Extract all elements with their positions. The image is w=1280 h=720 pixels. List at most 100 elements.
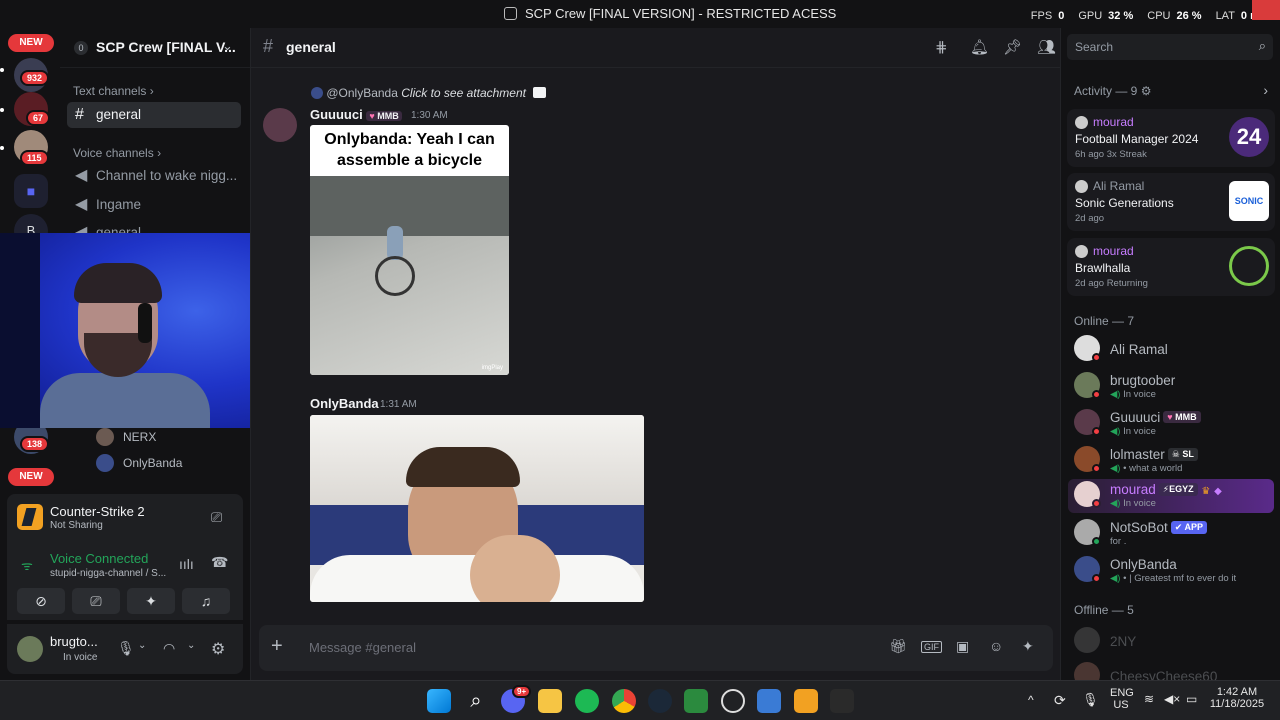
search-icon[interactable]: ⌕ bbox=[464, 689, 488, 713]
chevron-right-icon[interactable]: › bbox=[1263, 82, 1268, 98]
message-composer[interactable]: + Message #general 🎁︎ GIF ▣ ☺ ✦ bbox=[259, 625, 1053, 671]
member-notsobot[interactable]: NotSoBot ✔ APP for . bbox=[1074, 517, 1274, 551]
server-header[interactable]: 0 SCP Crew [FINAL V... ⌄ bbox=[60, 28, 250, 68]
member-lolmaster[interactable]: lolmaster ☠ SL ◀) • what a world bbox=[1074, 444, 1274, 478]
bell-icon[interactable]: 🔔︎ bbox=[970, 38, 989, 56]
gear-icon[interactable]: ⚙ bbox=[211, 639, 225, 659]
headphones-icon[interactable]: ◠ bbox=[163, 640, 175, 657]
role-tag: ⚡EGYZ bbox=[1158, 483, 1198, 496]
microphone-icon[interactable]: 🎙︎ bbox=[1082, 692, 1099, 708]
folder-icon[interactable]: ■ bbox=[14, 174, 48, 208]
sticker-icon[interactable]: ▣ bbox=[956, 638, 969, 655]
battery-icon[interactable]: ▭ bbox=[1186, 692, 1197, 706]
taskbar: ⌕ 9+ ^ ⟳ 🎙︎ ENG US ≋ ◀× ▭ 1:42 AM 11/18/20… bbox=[0, 680, 1280, 720]
noise-suppression-icon[interactable]: ıılı bbox=[179, 556, 194, 572]
search-input[interactable]: Search ⌕ bbox=[1067, 34, 1273, 60]
member-panel: Search ⌕ Activity — 9 ⚙ › mourad Footbal… bbox=[1060, 28, 1280, 688]
member-brugtoober[interactable]: brugtoober ◀) In voice bbox=[1074, 370, 1274, 404]
activity-card[interactable]: mourad Brawlhalla 2d ago Returning bbox=[1067, 238, 1275, 296]
activity-voice-panel: Counter-Strike 2 Not Sharing ⎚ ᯤ Voice C… bbox=[7, 494, 243, 620]
voice-channel-wake[interactable]: ◀ Channel to wake nigg... bbox=[67, 163, 241, 189]
camera-off-button[interactable]: ⊘ bbox=[17, 588, 65, 614]
message-input[interactable]: Message #general bbox=[309, 640, 416, 655]
online-status-icon bbox=[1092, 537, 1101, 546]
meme-caption: Onlybanda: Yeah I can assemble a bicycle bbox=[324, 131, 495, 169]
channel-general[interactable]: # general bbox=[67, 102, 241, 128]
new-badge: NEW bbox=[8, 34, 54, 52]
share-screen-button[interactable]: ⎚ bbox=[72, 588, 120, 614]
chevron-down-icon[interactable]: ⌄ bbox=[187, 640, 195, 651]
server-name: SCP Crew [FINAL V... bbox=[96, 39, 236, 55]
dnd-status-icon bbox=[1092, 427, 1101, 436]
title-bar: SCP Crew [FINAL VERSION] - RESTRICTED AC… bbox=[0, 0, 1280, 28]
windows-start-icon[interactable] bbox=[427, 689, 451, 713]
hash-icon: # bbox=[75, 106, 84, 123]
pin-icon[interactable]: 📌︎ bbox=[1003, 38, 1022, 56]
volume-icon[interactable]: ◀× bbox=[1164, 692, 1180, 706]
soundboard-button[interactable]: ♫ bbox=[182, 588, 230, 614]
app-icon[interactable] bbox=[830, 689, 854, 713]
member-2ny[interactable]: 2NY bbox=[1074, 625, 1274, 659]
user-name: brugto... bbox=[50, 634, 98, 649]
wifi-icon[interactable]: ≋ bbox=[1144, 692, 1154, 706]
voice-channel-ingame[interactable]: ◀ Ingame bbox=[67, 192, 241, 218]
unread-badge: 932 bbox=[20, 70, 50, 86]
app-icon[interactable] bbox=[721, 689, 745, 713]
gif-icon[interactable]: GIF bbox=[921, 641, 942, 653]
avatar[interactable] bbox=[263, 108, 297, 142]
chrome-icon[interactable] bbox=[612, 689, 636, 713]
sync-icon[interactable]: ⟳ bbox=[1054, 692, 1066, 709]
spotify-icon[interactable] bbox=[575, 689, 599, 713]
voice-channel-path[interactable]: stupid-nigga-channel / S... bbox=[50, 568, 166, 579]
user-status: In voice bbox=[63, 652, 98, 663]
counter-strike-icon[interactable] bbox=[794, 689, 818, 713]
gift-icon[interactable]: 🎁︎ bbox=[889, 638, 907, 655]
webcam-overlay bbox=[0, 233, 280, 428]
disconnect-icon[interactable]: ☎ bbox=[211, 554, 228, 571]
chevron-up-icon[interactable]: ^ bbox=[1028, 693, 1034, 707]
message-author[interactable]: Guuuuci ♥ MMB bbox=[310, 107, 402, 122]
steam-icon[interactable] bbox=[648, 689, 672, 713]
window-close-button[interactable] bbox=[1252, 0, 1280, 20]
activity-card[interactable]: mourad Football Manager 2024 6h ago 3x S… bbox=[1067, 109, 1275, 167]
performance-overlay: FPS0 GPU32 % CPU26 % LAT0 ms bbox=[1031, 10, 1266, 22]
language-indicator[interactable]: ENG US bbox=[1110, 687, 1134, 711]
app-icon[interactable] bbox=[684, 689, 708, 713]
clock[interactable]: 1:42 AM 11/18/2025 bbox=[1208, 686, 1266, 710]
avatar[interactable] bbox=[17, 636, 43, 662]
plus-icon[interactable]: + bbox=[271, 635, 283, 658]
member-ali-ramal[interactable]: Ali Ramal bbox=[1074, 333, 1274, 367]
hash-icon: # bbox=[263, 36, 274, 56]
gpu-stat: GPU 32 % bbox=[1078, 10, 1134, 22]
user-panel: brugto... In voice 🎙︎ ⌄ ◠ ⌄ ⚙ bbox=[7, 624, 243, 674]
activities-button[interactable]: ✦ bbox=[127, 588, 175, 614]
image-attachment[interactable]: Onlybanda: Yeah I can assemble a bicycle… bbox=[310, 125, 509, 375]
microphone-icon[interactable]: 🎙︎ bbox=[117, 640, 135, 657]
image-attachment[interactable] bbox=[310, 415, 644, 602]
activity-card[interactable]: Ali Ramal Sonic Generations 2d ago SONIC bbox=[1067, 173, 1275, 231]
chevron-down-icon[interactable]: ⌄ bbox=[222, 38, 233, 54]
threads-icon[interactable]: ⋕ bbox=[935, 38, 948, 56]
member-mourad[interactable]: mourad ⚡EGYZ ♛ ◆ ◀) In voice bbox=[1068, 479, 1274, 513]
cpu-stat: CPU 26 % bbox=[1147, 10, 1202, 22]
app-icon bbox=[504, 7, 517, 20]
apps-icon[interactable]: ✦ bbox=[1022, 638, 1034, 655]
app-icon[interactable] bbox=[757, 689, 781, 713]
dnd-status-icon bbox=[1092, 464, 1101, 473]
chevron-down-icon[interactable]: ⌄ bbox=[138, 640, 146, 651]
notification-badge: 9+ bbox=[512, 685, 532, 698]
avatar bbox=[96, 454, 114, 472]
screen-share-icon[interactable]: ⎚ bbox=[211, 509, 222, 526]
message-author[interactable]: OnlyBanda bbox=[310, 396, 379, 411]
dnd-status-icon bbox=[1092, 353, 1101, 362]
members-icon[interactable]: 👥︎ bbox=[1037, 38, 1056, 56]
member-onlybanda[interactable]: OnlyBanda ◀) • | Greatest mf to ever do … bbox=[1074, 554, 1274, 588]
unread-dot bbox=[0, 146, 4, 150]
category-text-channels[interactable]: Text channels › bbox=[73, 84, 154, 98]
member-guuuuci[interactable]: Guuuuci ♥ MMB ◀) In voice bbox=[1074, 407, 1274, 441]
category-voice-channels[interactable]: Voice channels › bbox=[73, 146, 161, 160]
emoji-icon[interactable]: ☺ bbox=[989, 638, 1003, 654]
role-tag: ☠ SL bbox=[1167, 448, 1198, 461]
file-explorer-icon[interactable] bbox=[538, 689, 562, 713]
reply-preview[interactable]: @OnlyBanda Click to see attachment bbox=[311, 86, 547, 100]
